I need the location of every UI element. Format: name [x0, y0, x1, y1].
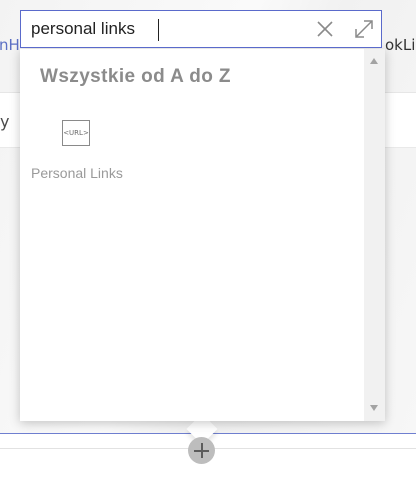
webpart-tile-personal-links[interactable]: <URL> Personal Links: [28, 110, 128, 190]
webpart-tile-label: Personal Links: [31, 165, 123, 181]
picker-scrollbar[interactable]: [364, 49, 385, 421]
webpart-picker-panel: [20, 49, 385, 421]
expand-icon: [355, 20, 373, 38]
search-input[interactable]: [31, 16, 301, 42]
background-link-right[interactable]: okLi: [385, 36, 415, 54]
add-section-plus-icon[interactable]: [188, 437, 215, 464]
search-box[interactable]: [20, 10, 382, 48]
page: nH okLi y Wszystkie od A do Z <URL> Pers…: [0, 0, 416, 482]
close-icon: [317, 21, 333, 37]
url-icon-text: <URL>: [63, 129, 89, 137]
picker-section-heading: Wszystkie od A do Z: [40, 66, 231, 87]
scroll-up-arrow-icon[interactable]: [370, 58, 378, 64]
background-link-left[interactable]: nH: [0, 36, 20, 54]
clear-search-button[interactable]: [312, 16, 338, 42]
scroll-down-arrow-icon[interactable]: [370, 405, 378, 411]
expand-picker-button[interactable]: [351, 16, 377, 42]
background-text-fragment: y: [0, 112, 10, 131]
url-icon: <URL>: [62, 120, 90, 146]
text-caret: [158, 19, 159, 41]
